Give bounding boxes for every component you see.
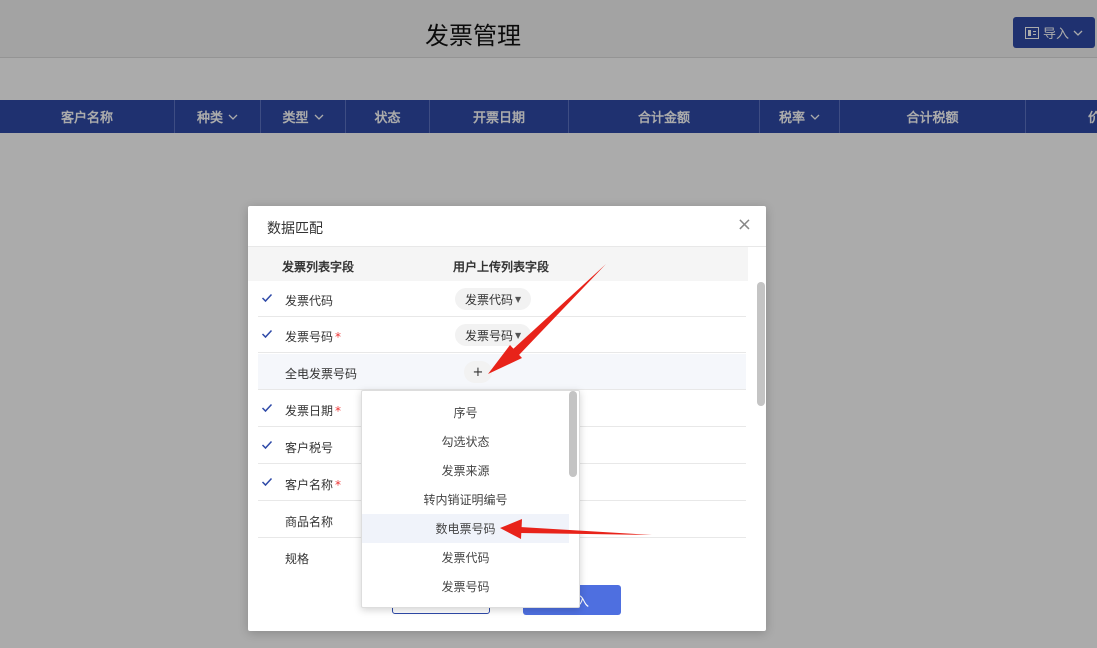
add-mapping-button[interactable]: + [464,361,492,383]
check-icon [261,293,273,303]
field-label: 发票代码 [285,294,334,308]
dropdown-option[interactable]: 数电票号码 [362,514,569,543]
mapped-field-select[interactable]: 发票号码 ▼ [455,324,532,346]
dropdown-option[interactable]: 发票代码 [362,543,569,572]
check-icon [261,440,273,450]
column-upload-field: 用户上传列表字段 [453,260,550,274]
mapping-row: 全电发票号码 + [258,354,746,390]
dropdown-option[interactable]: 序号 [362,398,569,427]
check-icon [261,477,273,487]
dropdown-option[interactable]: 勾选状态 [362,427,569,456]
upload-field-dropdown: 序号 勾选状态 发票来源 转内销证明编号 数电票号码 发票代码 发票号码 [361,390,580,608]
mapped-field-select[interactable]: 发票代码 ▼ [455,288,532,310]
mapping-column-header: 发票列表字段 用户上传列表字段 [248,247,748,281]
mapping-row: 发票号码 * 发票号码 ▼ [258,317,746,353]
check-icon [261,403,273,413]
required-mark: * [335,404,342,418]
mapping-row: 发票代码 发票代码 ▼ [258,281,746,317]
check-icon [261,329,273,339]
required-mark: * [335,478,342,492]
field-label: 全电发票号码 [285,367,358,381]
field-label: 发票号码 * [285,330,342,344]
field-label: 发票日期 * [285,404,342,418]
dialog-scrollbar-thumb[interactable] [757,282,765,406]
caret-down-icon: ▼ [515,330,522,340]
field-label: 客户税号 [285,441,334,455]
caret-down-icon: ▼ [515,294,522,304]
field-label: 规格 [285,552,310,566]
dropdown-option[interactable]: 发票号码 [362,572,569,601]
field-label: 客户名称 * [285,478,342,492]
dropdown-scrollbar-thumb[interactable] [569,391,577,477]
field-label: 商品名称 [285,515,334,529]
dropdown-option[interactable]: 转内销证明编号 [362,485,569,514]
dropdown-option[interactable]: 发票来源 [362,456,569,485]
column-invoice-field: 发票列表字段 [282,260,355,274]
required-mark: * [335,330,342,344]
dialog-title: 数据匹配 [267,221,323,237]
close-icon[interactable]: × [737,216,752,234]
